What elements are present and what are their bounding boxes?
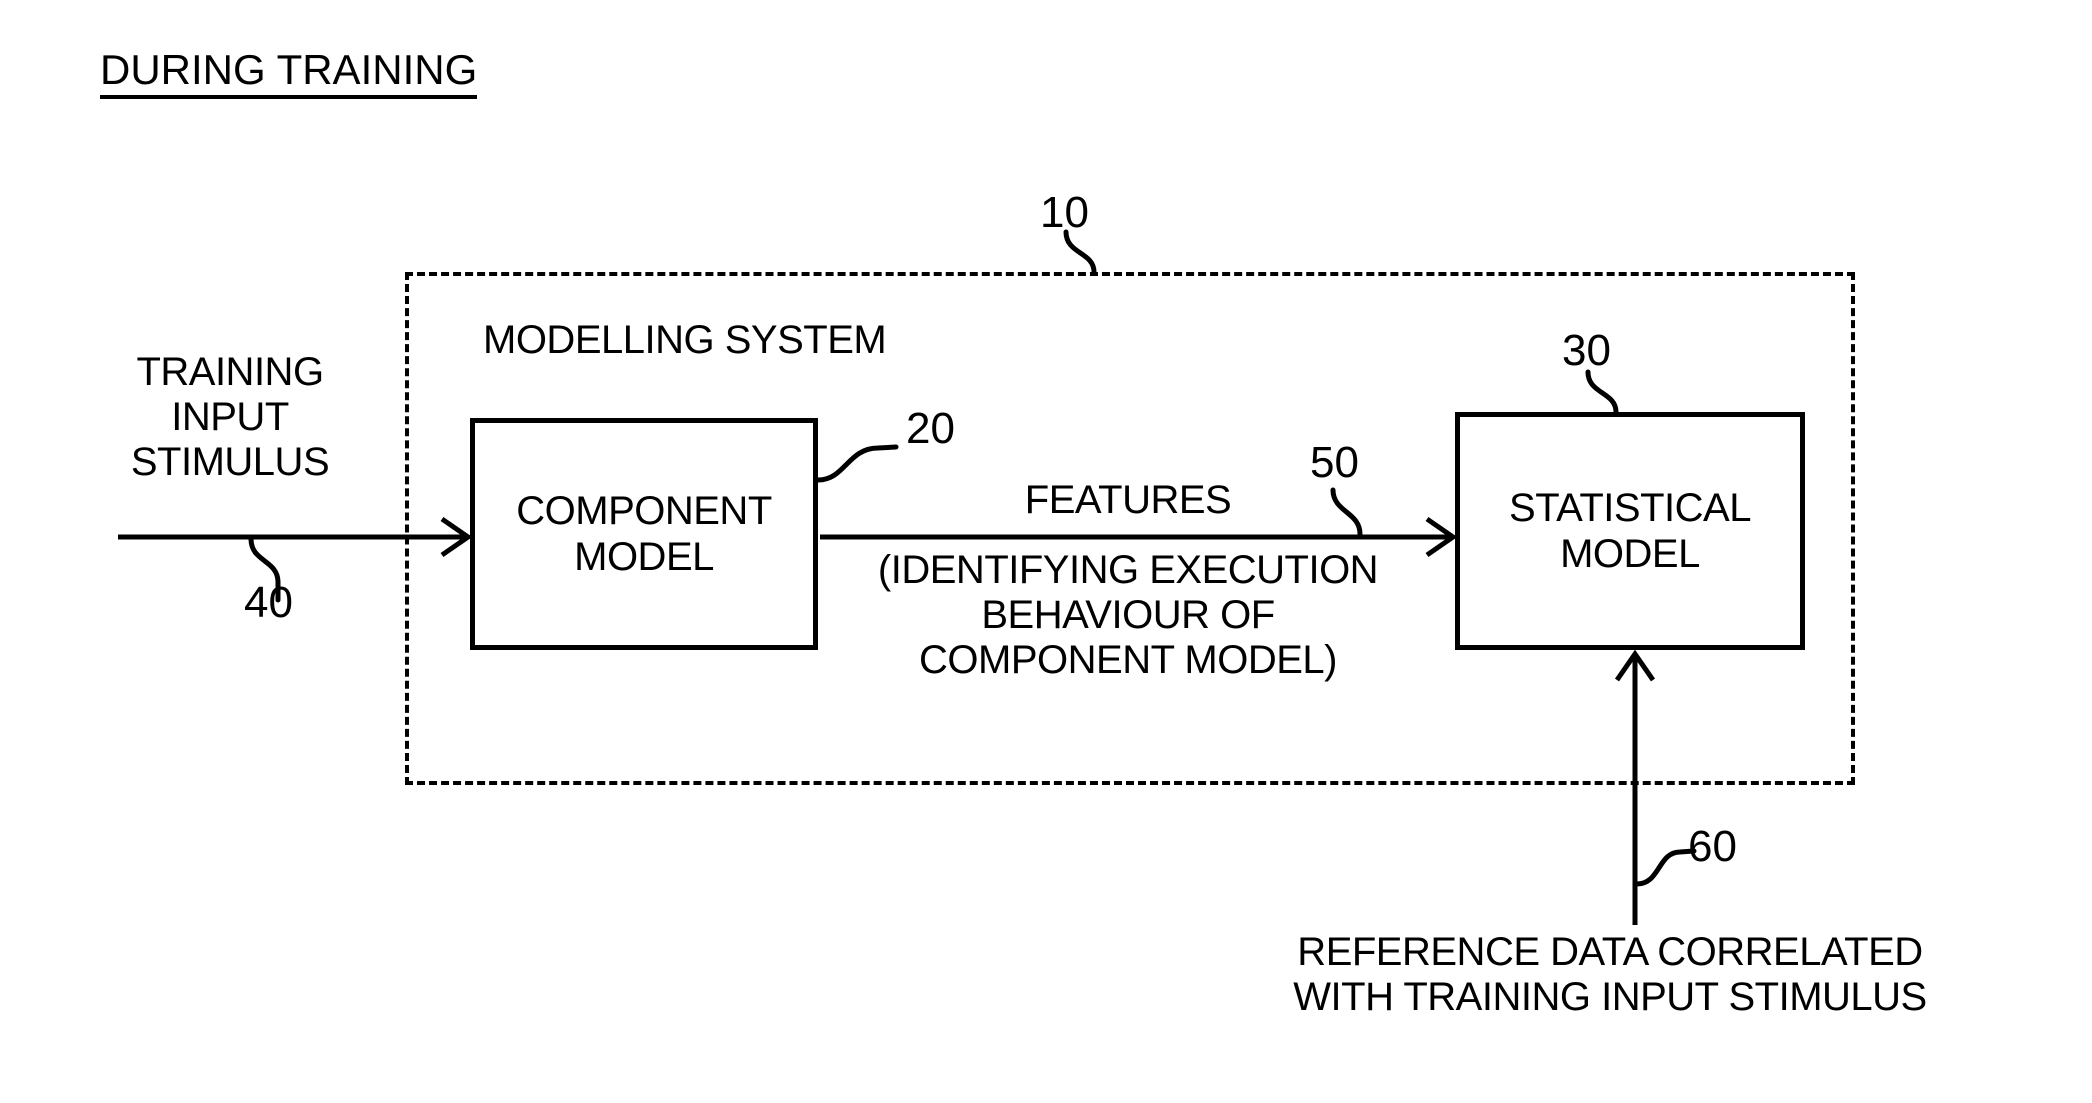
patent-figure: DURING TRAINING MODELLING SYSTEM 10 TRAI… (0, 0, 2092, 1103)
features-detail-label: (IDENTIFYING EXECUTION BEHAVIOUR OF COMPON… (877, 548, 1379, 684)
statistical-model-line-2: MODEL (1560, 532, 1700, 576)
reference-data-line-2: WITH TRAINING INPUT STIMULUS (1293, 975, 1927, 1020)
statistical-model-line-1: STATISTICAL (1509, 485, 1751, 530)
reference-numeral-10: 10 (1040, 188, 1089, 237)
reference-numeral-20: 20 (906, 404, 955, 453)
statistical-model-label: STATISTICAL MODEL (1509, 485, 1751, 578)
component-model-line-2: MODEL (574, 535, 714, 579)
component-model-line-1: COMPONENT (516, 488, 772, 533)
reference-data-caption: REFERENCE DATA CORRELATED WITH TRAINING I… (1293, 930, 1927, 1020)
reference-numeral-50: 50 (1310, 438, 1359, 487)
reference-numeral-40: 40 (244, 578, 293, 627)
leader-line-10 (1063, 229, 1097, 275)
modelling-system-label: MODELLING SYSTEM (483, 318, 887, 362)
features-detail-line-3: COMPONENT MODEL) (919, 638, 1337, 683)
training-stimulus-line-3: STIMULUS (130, 440, 330, 485)
leader-line-60 (1634, 848, 1697, 887)
features-label: FEATURES (1024, 478, 1232, 522)
reference-numeral-60: 60 (1688, 822, 1737, 871)
training-input-stimulus-label: TRAINING INPUT STIMULUS (130, 350, 330, 486)
figure-heading: DURING TRAINING (100, 47, 478, 100)
statistical-model-block: STATISTICAL MODEL (1455, 412, 1805, 650)
reference-data-line-1: REFERENCE DATA CORRELATED (1297, 930, 1923, 974)
features-detail-line-1: (IDENTIFYING EXECUTION (877, 548, 1379, 592)
training-stimulus-line-2: INPUT (171, 395, 289, 440)
features-detail-line-2: BEHAVIOUR OF (981, 593, 1275, 638)
training-stimulus-line-1: TRAINING (136, 350, 324, 394)
component-model-label: COMPONENT MODEL (516, 488, 772, 581)
reference-numeral-30: 30 (1562, 326, 1611, 375)
component-model-block: COMPONENT MODEL (470, 418, 818, 650)
